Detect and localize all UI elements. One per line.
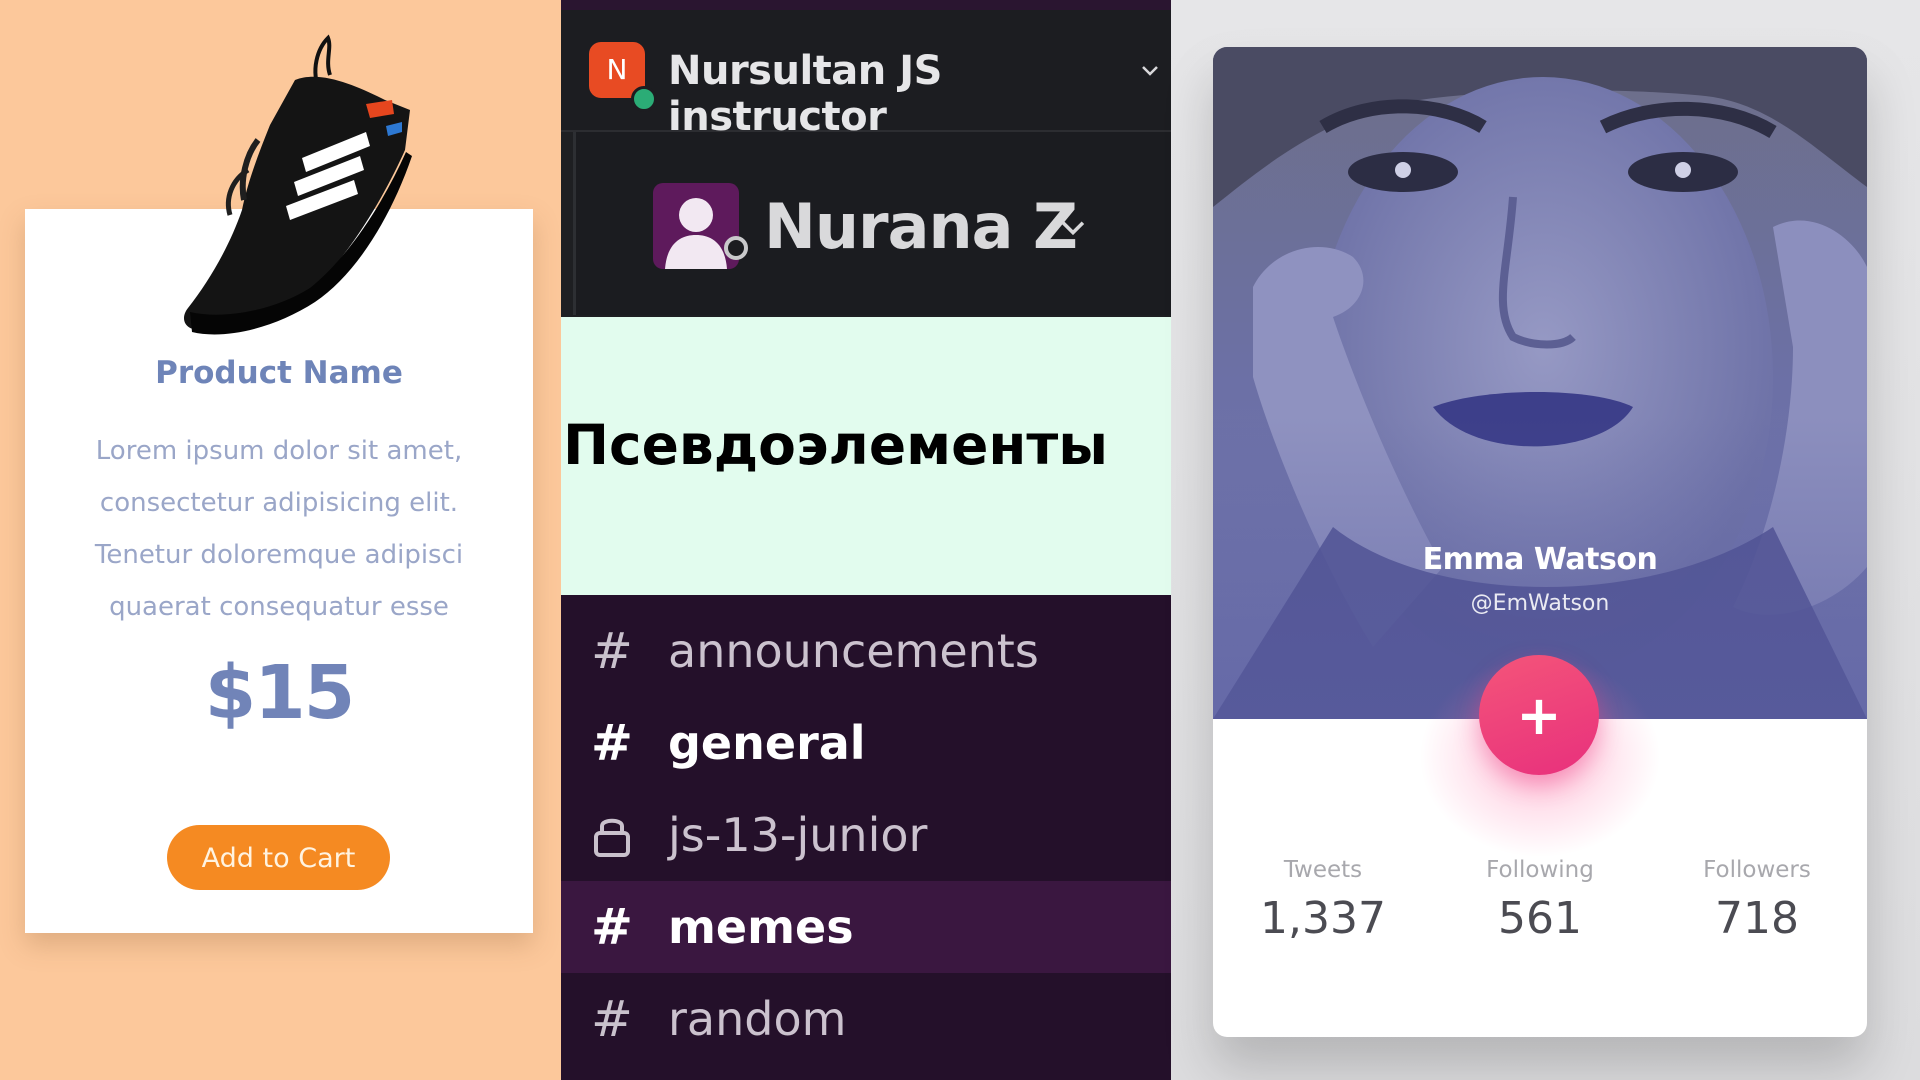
profile-card: Emma Watson @EmWatson + Tweets 1,337 Fol… [1213,47,1867,1037]
product-name: Product Name [155,355,403,391]
profile-name: Emma Watson [1422,542,1658,577]
product-panel: Product Name Lorem ipsum dolor sit amet,… [0,0,561,1080]
stat-value: 718 [1715,893,1799,944]
product-description: Lorem ipsum dolor sit amet, consectetur … [94,436,464,622]
stat-followers: Followers 718 [1657,857,1857,944]
user-name: Nurana Z [764,190,1078,263]
online-status-icon [631,86,657,112]
stat-value: 1,337 [1260,893,1386,944]
channel-item-random[interactable]: # random [561,973,1171,1065]
away-status-icon [724,236,748,260]
channel-item-js-13-junior[interactable]: js-13-junior [561,789,1171,881]
user-menu[interactable]: Nurana Z [573,132,1174,315]
channel-label: js-13-junior [668,808,928,862]
user-silhouette-icon [665,198,727,269]
stat-following: Following 561 [1440,857,1640,944]
profile-photo [1213,47,1867,719]
stat-label: Following [1486,857,1594,883]
channel-label: general [668,716,866,770]
profile-handle: @EmWatson [1470,591,1610,616]
sneaker-image [184,34,412,335]
avatar [653,183,739,269]
top-strip [561,0,1171,10]
title-banner: Псевдоэлементы [561,317,1171,595]
follow-button[interactable]: + [1479,655,1599,775]
chevron-down-icon [1061,221,1085,236]
stat-label: Followers [1703,857,1811,883]
hash-icon: # [591,714,633,772]
channel-item-announcements[interactable]: # announcements [561,605,1171,697]
profile-panel: Emma Watson @EmWatson + Tweets 1,337 Fol… [1171,0,1920,1080]
channel-label: announcements [668,624,1039,678]
lock-icon [587,807,637,863]
workspace-switcher[interactable]: N Nursultan JS instructor [561,10,1171,140]
add-to-cart-button[interactable]: Add to Cart [167,825,390,890]
channel-item-memes[interactable]: # memes [561,881,1171,973]
product-price: $15 [204,650,355,736]
channel-item-general[interactable]: # general [561,697,1171,789]
page-title: Псевдоэлементы [563,413,1109,477]
hash-icon: # [591,622,633,680]
stat-label: Tweets [1283,857,1363,883]
channel-label: random [668,992,847,1046]
slack-panel: N Nursultan JS instructor Nurana Z Псевд… [561,0,1174,1080]
workspace-name: Nursultan JS instructor [668,48,942,140]
channel-list: # announcements # general js-13-junior #… [561,595,1171,1080]
stat-tweets: Tweets 1,337 [1223,857,1423,944]
hash-icon: # [591,990,633,1048]
stat-value: 561 [1498,893,1582,944]
channel-label: memes [668,900,854,954]
hash-icon: # [591,898,633,956]
chevron-down-icon [1142,66,1158,76]
